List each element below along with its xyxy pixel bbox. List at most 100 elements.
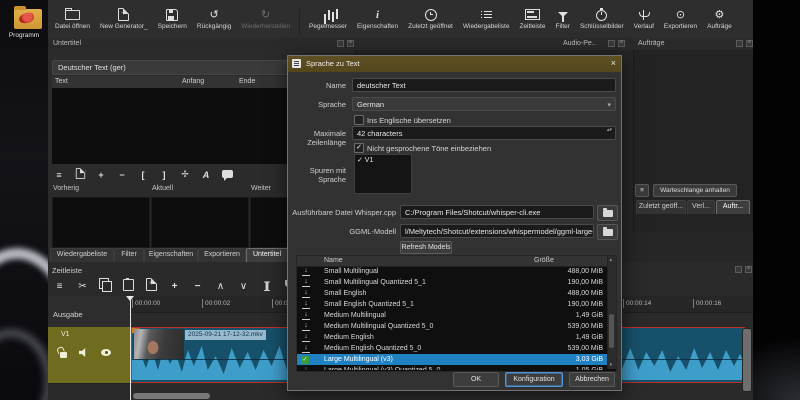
ggml-browse-button[interactable] bbox=[597, 224, 618, 240]
overwrite-icon[interactable]: ∨ bbox=[237, 281, 250, 292]
import-icon[interactable] bbox=[74, 167, 86, 182]
dock-float-icon[interactable] bbox=[736, 40, 743, 47]
save-button[interactable]: Speichern bbox=[153, 6, 192, 38]
open-file-button[interactable]: Datei öffnen bbox=[50, 6, 95, 38]
dialog-titlebar[interactable]: Sprache zu Text × bbox=[288, 56, 621, 72]
tab-auftraege[interactable]: Auftr... bbox=[716, 200, 750, 214]
table-row[interactable]: ↓ Small Multilingual 488,00 MiB bbox=[297, 266, 608, 277]
menu-icon[interactable]: ≡ bbox=[53, 281, 66, 292]
v1-track-header[interactable]: V1 bbox=[48, 327, 131, 384]
scrollbar-thumb[interactable] bbox=[609, 314, 614, 348]
move-icon[interactable]: ✢ bbox=[179, 169, 191, 180]
tab-verlauf[interactable]: Verl... bbox=[687, 200, 715, 214]
column-anfang[interactable]: Anfang bbox=[182, 78, 204, 85]
dock-close-icon[interactable]: × bbox=[618, 40, 625, 47]
download-icon[interactable]: ↓ bbox=[302, 300, 310, 309]
tab-untertitel[interactable]: Untertitel bbox=[246, 248, 288, 262]
history-button[interactable]: Verlauf bbox=[629, 6, 659, 38]
new-generator-button[interactable]: New Generator_ bbox=[95, 6, 153, 38]
whisper-browse-button[interactable] bbox=[597, 205, 618, 221]
tab-eigenschaften[interactable]: Eigenschaften bbox=[144, 248, 198, 262]
dock-float-icon[interactable] bbox=[735, 266, 742, 273]
speaker-icon[interactable] bbox=[79, 348, 86, 357]
whisper-exe-input[interactable]: C:/Program Files/Shotcut/whisper-cli.exe bbox=[400, 205, 594, 219]
table-row[interactable]: ↓ Medium Multilingual 1,49 GiB bbox=[297, 310, 608, 321]
playhead[interactable] bbox=[126, 296, 134, 400]
download-icon[interactable]: ↓ bbox=[302, 322, 310, 331]
table-row[interactable]: ↓ Medium Multilingual Quantized 5_0 539,00… bbox=[297, 321, 608, 332]
add-icon[interactable]: + bbox=[168, 281, 181, 292]
download-icon[interactable]: ↓ bbox=[302, 366, 310, 370]
ok-button[interactable]: OK bbox=[453, 372, 499, 387]
table-row[interactable]: ↓ Medium English Quantized 5_0 539,00 MiB bbox=[297, 343, 608, 354]
add-icon[interactable]: + bbox=[95, 170, 107, 180]
table-row[interactable]: ↓ Small English Quantized 5_1 190,00 MiB bbox=[297, 299, 608, 310]
undo-button[interactable]: ↺ Rückgängig bbox=[192, 6, 236, 38]
set-start-icon[interactable]: [ bbox=[137, 170, 149, 180]
split-icon[interactable]: ][ bbox=[260, 281, 273, 292]
table-row[interactable]: ↓ Small English 488,00 MiB bbox=[297, 288, 608, 299]
timeline-vertical-scrollbar[interactable] bbox=[742, 328, 752, 392]
append-icon[interactable] bbox=[145, 278, 158, 294]
ggml-model-input[interactable]: l/Meltytech/Shotcut/extensions/whispermo… bbox=[400, 224, 594, 238]
dock-float-icon[interactable] bbox=[337, 40, 344, 47]
ripple-delete-icon[interactable]: − bbox=[191, 281, 204, 292]
table-scrollbar[interactable]: ▴ ▾ bbox=[607, 256, 616, 369]
previous-textarea[interactable] bbox=[52, 197, 150, 248]
pause-queue-button[interactable]: Warteschlange anhalten bbox=[653, 184, 737, 197]
scroll-up-icon[interactable]: ▴ bbox=[610, 257, 613, 263]
filter-button[interactable]: Filter bbox=[550, 6, 574, 38]
lift-icon[interactable]: ∧ bbox=[214, 281, 227, 292]
refresh-models-button[interactable]: Refresh Models bbox=[400, 241, 452, 254]
lock-icon[interactable] bbox=[60, 352, 67, 358]
download-icon[interactable]: ↓ bbox=[302, 267, 310, 276]
timeline-horizontal-scrollbar[interactable] bbox=[133, 393, 210, 399]
table-row-selected[interactable]: ✓ Large Multilingual (v3) 3,03 GiB bbox=[297, 354, 608, 365]
column-text[interactable]: Text bbox=[55, 78, 68, 85]
eye-icon[interactable] bbox=[101, 349, 111, 356]
table-row[interactable]: ↓ Small Multilingual Quantized 5_1 190,00 … bbox=[297, 277, 608, 288]
italic-icon[interactable]: A bbox=[200, 170, 212, 180]
nonspoken-checkbox[interactable]: ✓ bbox=[354, 143, 364, 153]
dock-float-icon[interactable] bbox=[608, 40, 615, 47]
konfiguration-button[interactable]: Konfiguration bbox=[505, 372, 563, 387]
recent-button[interactable]: Zuletzt geöffnet bbox=[403, 6, 458, 38]
tab-zuletzt-geoeffnet[interactable]: Zuletzt geöff... bbox=[636, 200, 686, 214]
redo-button[interactable]: ↻ Wiederherstellen bbox=[236, 6, 295, 38]
burn-in-icon[interactable] bbox=[221, 169, 233, 181]
current-textarea[interactable] bbox=[151, 197, 249, 248]
download-icon[interactable]: ↓ bbox=[302, 333, 310, 342]
tab-exportieren[interactable]: Exportieren bbox=[198, 248, 246, 262]
abbrechen-button[interactable]: Abbrechen bbox=[569, 372, 615, 387]
download-icon[interactable]: ↓ bbox=[302, 311, 310, 320]
level-meter-button[interactable]: Pegelmesser bbox=[304, 6, 352, 38]
jobs-menu-button[interactable]: ≡ bbox=[635, 184, 649, 197]
export-button[interactable]: ⊙ Exportieren bbox=[659, 6, 702, 38]
playlist-button[interactable]: Wiedergabeliste bbox=[458, 6, 515, 38]
dock-close-icon[interactable]: × bbox=[746, 40, 753, 47]
language-select[interactable]: German ▾ bbox=[352, 97, 616, 111]
tracks-listbox[interactable]: ✓ V1 bbox=[354, 154, 412, 194]
paste-icon[interactable] bbox=[122, 277, 135, 294]
set-end-icon[interactable]: ] bbox=[158, 170, 170, 180]
translate-checkbox[interactable] bbox=[354, 115, 364, 125]
tab-wiedergabeliste[interactable]: Wiedergabeliste bbox=[50, 248, 114, 262]
close-icon[interactable]: × bbox=[611, 58, 616, 68]
properties-button[interactable]: i Eigenschaften bbox=[352, 6, 403, 38]
copy-icon[interactable] bbox=[99, 278, 112, 295]
remove-icon[interactable]: − bbox=[116, 170, 128, 180]
timeline-button[interactable]: Zeitleiste bbox=[514, 6, 550, 38]
column-name[interactable]: Name bbox=[324, 257, 343, 264]
cut-icon[interactable]: ✂ bbox=[76, 281, 89, 292]
maxline-spinner[interactable]: 42 characters bbox=[352, 126, 616, 140]
menu-icon[interactable]: ≡ bbox=[53, 170, 65, 180]
download-icon[interactable]: ↓ bbox=[302, 278, 310, 287]
download-icon[interactable]: ↓ bbox=[302, 344, 310, 353]
track-list-item[interactable]: ✓ V1 bbox=[355, 155, 411, 165]
table-row[interactable]: ↓ Medium English 1,49 GiB bbox=[297, 332, 608, 343]
dock-close-icon[interactable]: × bbox=[745, 266, 752, 273]
dock-close-icon[interactable]: × bbox=[347, 40, 354, 47]
column-ende[interactable]: Ende bbox=[239, 78, 255, 85]
table-row[interactable]: ↓ Large Multilingual (v3) Quantized 5_0 1,… bbox=[297, 365, 608, 370]
jobs-button[interactable]: ⚙ Aufträge bbox=[702, 6, 737, 38]
